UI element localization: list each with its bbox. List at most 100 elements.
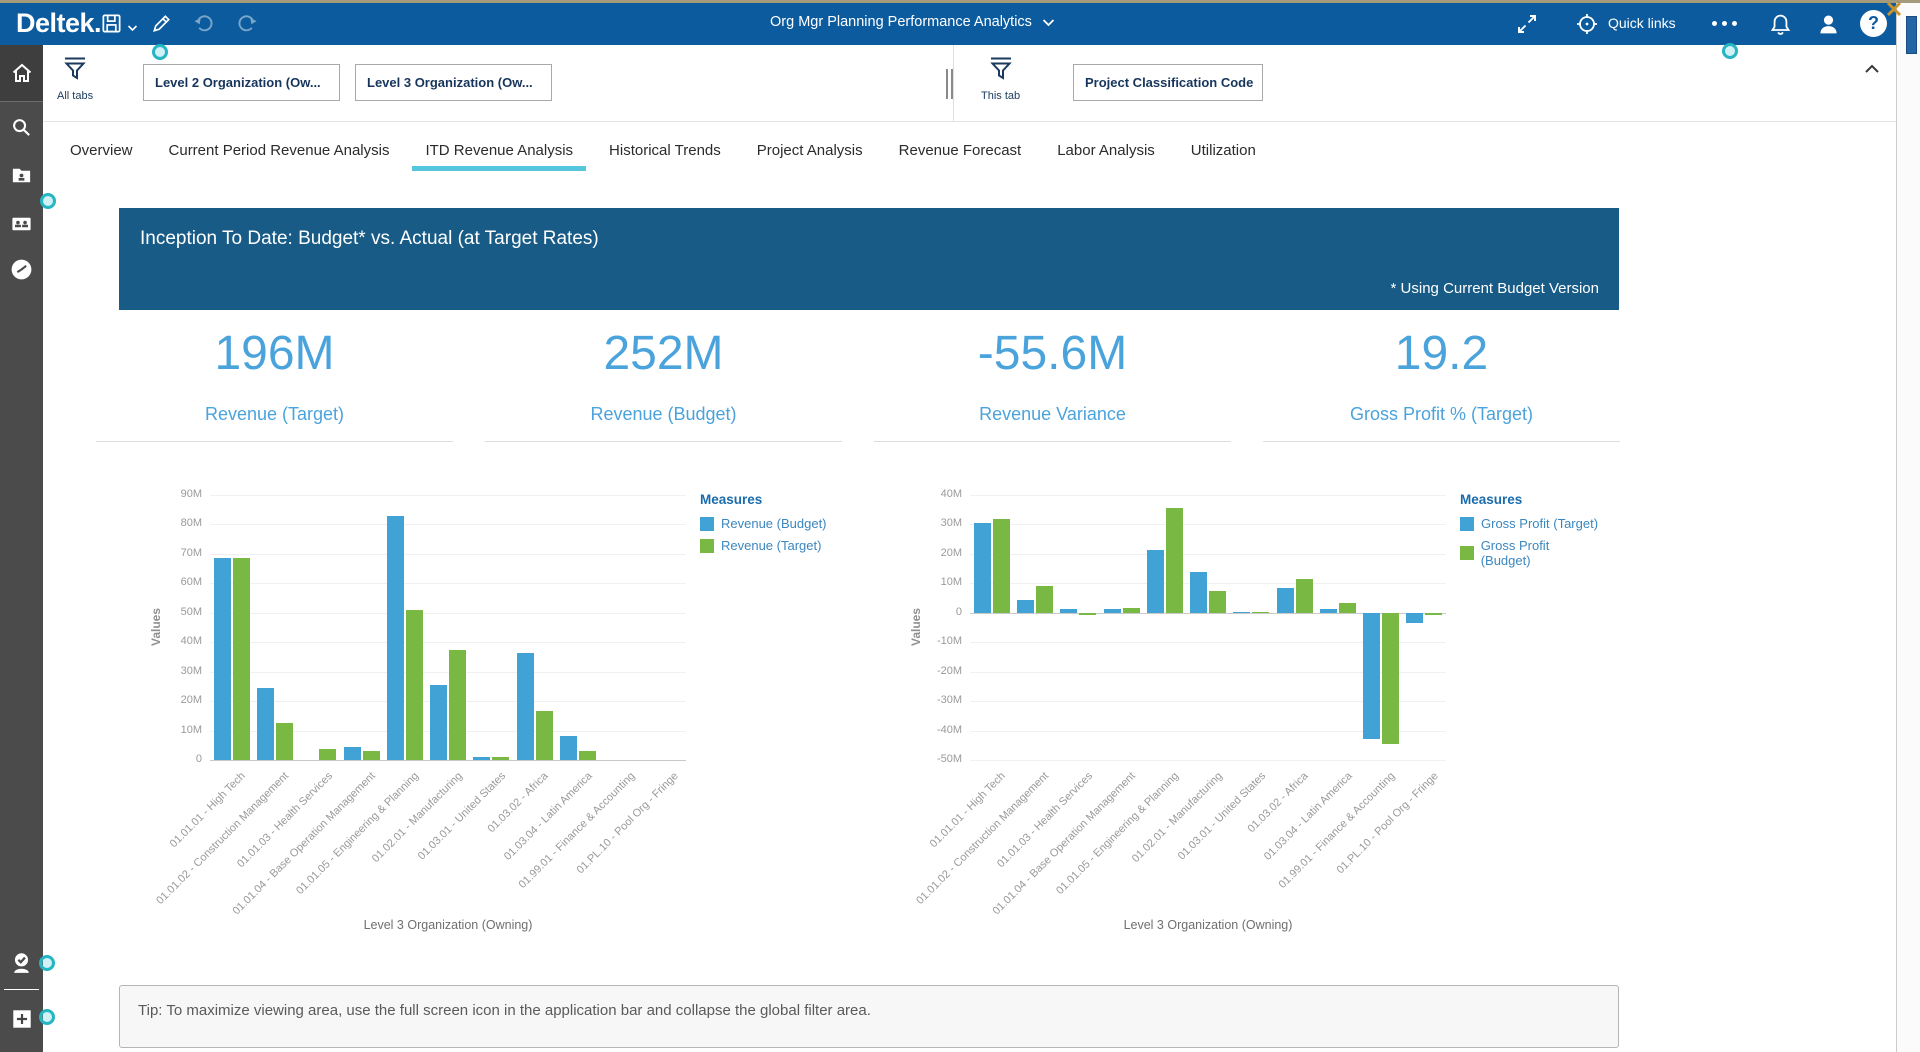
add-plus-icon[interactable] xyxy=(0,997,43,1041)
bar-gross-profit-budget-[interactable] xyxy=(993,519,1010,613)
coach-mark-overflow[interactable] xyxy=(1722,43,1738,59)
coach-mark-edit[interactable] xyxy=(152,44,168,60)
kpi-underline xyxy=(485,441,843,442)
legend-entry[interactable]: Gross Profit (Budget) xyxy=(1460,538,1600,568)
global-filter-bar: All tabs Level 2 Organization (Ow... Lev… xyxy=(43,45,1896,122)
bar-revenue-budget-[interactable] xyxy=(387,516,404,760)
bar-gross-profit-target-[interactable] xyxy=(1406,613,1423,623)
clock-icon[interactable] xyxy=(0,247,43,291)
bar-gross-profit-target-[interactable] xyxy=(1363,613,1380,740)
bar-gross-profit-budget-[interactable] xyxy=(1252,612,1269,614)
tab-utilization[interactable]: Utilization xyxy=(1191,122,1256,171)
tab-itd-revenue-analysis[interactable]: ITD Revenue Analysis xyxy=(425,122,573,171)
redo-icon[interactable] xyxy=(236,12,259,40)
filter-splitter-handle[interactable] xyxy=(946,69,953,99)
bar-gross-profit-budget-[interactable] xyxy=(1425,613,1442,615)
bar-revenue-target-[interactable] xyxy=(319,749,336,760)
close-x-icon[interactable] xyxy=(1886,1,1902,22)
collapse-filter-chevron-up-icon[interactable] xyxy=(1864,61,1880,79)
legend-entry[interactable]: Revenue (Budget) xyxy=(700,516,827,531)
bar-revenue-budget-[interactable] xyxy=(430,685,447,760)
quick-links-button[interactable]: Quick links xyxy=(1608,15,1676,31)
filter-chip-level2-org[interactable]: Level 2 Organization (Ow... xyxy=(143,64,340,101)
y-tick-label: 90M xyxy=(181,488,202,500)
help-icon[interactable] xyxy=(1860,10,1887,37)
bar-revenue-target-[interactable] xyxy=(579,751,596,760)
bar-revenue-target-[interactable] xyxy=(233,558,250,760)
bar-gross-profit-budget-[interactable] xyxy=(1079,613,1096,615)
edit-pencil-icon[interactable] xyxy=(150,12,173,40)
bar-revenue-target-[interactable] xyxy=(406,610,423,760)
bar-gross-profit-target-[interactable] xyxy=(1233,612,1250,614)
bar-gross-profit-budget-[interactable] xyxy=(1382,613,1399,744)
bar-revenue-target-[interactable] xyxy=(449,650,466,760)
bar-gross-profit-budget-[interactable] xyxy=(1209,591,1226,613)
tab-current-period-revenue-analysis[interactable]: Current Period Revenue Analysis xyxy=(169,122,390,171)
target-icon[interactable] xyxy=(1575,12,1599,41)
save-dropdown-chevron-icon[interactable] xyxy=(127,19,138,37)
bar-revenue-target-[interactable] xyxy=(536,711,553,760)
user-icon[interactable] xyxy=(1816,12,1841,42)
bar-gross-profit-target-[interactable] xyxy=(1320,609,1337,613)
bar-gross-profit-budget-[interactable] xyxy=(1036,586,1053,613)
coach-mark-approve[interactable] xyxy=(39,955,55,971)
bar-revenue-budget-[interactable] xyxy=(214,558,231,760)
filter-chip-project-classification[interactable]: Project Classification Code xyxy=(1073,64,1263,101)
bar-gross-profit-budget-[interactable] xyxy=(1296,579,1313,613)
bar-gross-profit-target-[interactable] xyxy=(1017,600,1034,613)
search-icon[interactable] xyxy=(0,105,43,149)
bar-gross-profit-budget-[interactable] xyxy=(1166,508,1183,613)
tab-revenue-forecast[interactable]: Revenue Forecast xyxy=(899,122,1022,171)
bar-gross-profit-budget-[interactable] xyxy=(1339,603,1356,613)
bar-gross-profit-target-[interactable] xyxy=(1277,588,1294,613)
legend-swatch xyxy=(1460,517,1474,531)
bar-gross-profit-budget-[interactable] xyxy=(1123,608,1140,612)
bar-revenue-budget-[interactable] xyxy=(560,736,577,760)
bar-revenue-budget-[interactable] xyxy=(517,653,534,761)
dashboard-title-menu[interactable]: Org Mgr Planning Performance Analytics xyxy=(770,14,1055,30)
deltek-logo: Deltek. xyxy=(16,8,101,39)
tab-historical-trends[interactable]: Historical Trends xyxy=(609,122,721,171)
approve-user-icon[interactable] xyxy=(0,941,43,985)
dashboard-title: Org Mgr Planning Performance Analytics xyxy=(770,14,1032,30)
gridline xyxy=(970,495,1446,496)
all-tabs-filter-button[interactable]: All tabs xyxy=(57,55,93,102)
kpi-value: -55.6M xyxy=(858,328,1247,380)
coach-mark-sidebar[interactable] xyxy=(40,193,56,209)
bar-gross-profit-target-[interactable] xyxy=(974,523,991,613)
coach-mark-add[interactable] xyxy=(39,1009,55,1025)
bar-gross-profit-target-[interactable] xyxy=(1147,550,1164,613)
overflow-dots-icon[interactable] xyxy=(1712,21,1737,26)
bar-gross-profit-target-[interactable] xyxy=(1190,572,1207,613)
filter-chip-level3-org[interactable]: Level 3 Organization (Ow... xyxy=(355,64,552,101)
y-tick-label: 30M xyxy=(181,665,202,677)
bar-revenue-target-[interactable] xyxy=(492,757,509,760)
kpi-underline xyxy=(1263,441,1621,442)
bar-revenue-target-[interactable] xyxy=(363,751,380,760)
revenue-budget-vs-target-chart: 90M80M70M60M50M40M30M20M10M001.01.01 - H… xyxy=(140,480,840,950)
home-icon[interactable] xyxy=(0,45,43,102)
undo-icon[interactable] xyxy=(192,12,215,40)
user-folder-icon[interactable] xyxy=(0,153,43,197)
tab-labor-analysis[interactable]: Labor Analysis xyxy=(1057,122,1155,171)
legend-entry[interactable]: Revenue (Target) xyxy=(700,538,827,553)
tab-project-analysis[interactable]: Project Analysis xyxy=(757,122,863,171)
bar-gross-profit-target-[interactable] xyxy=(1104,609,1121,613)
bar-gross-profit-target-[interactable] xyxy=(1060,609,1077,613)
contacts-icon[interactable] xyxy=(0,201,43,245)
legend-entry[interactable]: Gross Profit (Target) xyxy=(1460,516,1600,531)
scrollbar-thumb[interactable] xyxy=(1906,16,1917,54)
kpi-value: 19.2 xyxy=(1247,328,1636,380)
this-tab-filter-button[interactable]: This tab xyxy=(981,55,1020,102)
fullscreen-icon[interactable] xyxy=(1515,12,1539,41)
legend-swatch xyxy=(700,517,714,531)
bar-revenue-budget-[interactable] xyxy=(344,747,361,760)
y-axis-title: Values xyxy=(149,597,163,657)
x-axis-title: Level 3 Organization (Owning) xyxy=(970,918,1446,932)
bar-revenue-target-[interactable] xyxy=(276,723,293,760)
bar-revenue-budget-[interactable] xyxy=(473,757,490,760)
bar-revenue-budget-[interactable] xyxy=(257,688,274,760)
notifications-bell-icon[interactable] xyxy=(1768,12,1793,42)
save-icon[interactable] xyxy=(100,12,123,40)
tab-overview[interactable]: Overview xyxy=(70,122,133,171)
